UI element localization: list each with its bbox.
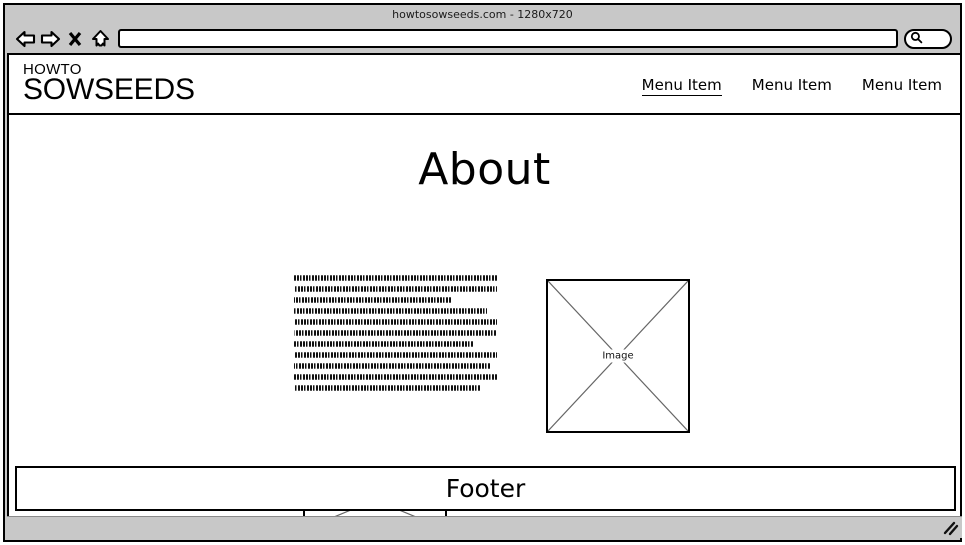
window-status-strip [7, 516, 962, 538]
body-text-line [294, 341, 473, 347]
body-text-line [294, 352, 497, 358]
browser-window: howtosowseeds.com - 1280x720 HOWTO SOWSE… [3, 3, 962, 542]
body-text-line [294, 363, 491, 369]
page-title: About [418, 144, 551, 195]
body-text-line [294, 308, 487, 314]
site-nav: Menu Item Menu Item Menu Item [641, 76, 942, 96]
search-icon [910, 29, 923, 48]
body-text-line [294, 330, 497, 336]
site-header: HOWTO SOWSEEDS Menu Item Menu Item Menu … [9, 55, 960, 115]
home-button[interactable] [89, 28, 111, 50]
forward-button[interactable] [39, 28, 61, 50]
site-footer: Footer [15, 466, 956, 511]
browser-nav-buttons [14, 28, 111, 50]
home-icon [91, 29, 110, 48]
body-text-line [294, 385, 481, 391]
page-viewport: HOWTO SOWSEEDS Menu Item Menu Item Menu … [7, 53, 962, 519]
nav-item-3[interactable]: Menu Item [862, 76, 942, 96]
logo-line-2: SOWSEEDS [23, 73, 195, 106]
forward-icon [40, 30, 61, 48]
image-placeholder-label: Image [596, 349, 640, 363]
search-input[interactable] [904, 28, 952, 49]
url-input[interactable] [118, 29, 898, 48]
stop-button[interactable] [64, 28, 86, 50]
back-icon [15, 30, 36, 48]
body-text-line [294, 275, 497, 281]
browser-title: howtosowseeds.com - 1280x720 [392, 8, 573, 21]
nav-item-2[interactable]: Menu Item [752, 76, 832, 96]
browser-toolbar [5, 24, 960, 53]
resize-grip-icon[interactable] [941, 520, 959, 536]
browser-title-bar: howtosowseeds.com - 1280x720 [5, 5, 960, 24]
body-text-line [294, 297, 453, 303]
footer-label: Footer [445, 474, 526, 503]
body-text-line [294, 286, 497, 292]
body-text-line [294, 374, 497, 380]
stop-icon [67, 30, 83, 48]
body-text-block-top [294, 275, 497, 396]
page-content: About Image Image [9, 117, 960, 517]
site-logo[interactable]: HOWTO SOWSEEDS [23, 62, 195, 105]
body-text-line [294, 319, 497, 325]
nav-item-1[interactable]: Menu Item [641, 76, 722, 96]
back-button[interactable] [14, 28, 36, 50]
image-placeholder-top-right[interactable]: Image [546, 279, 690, 433]
